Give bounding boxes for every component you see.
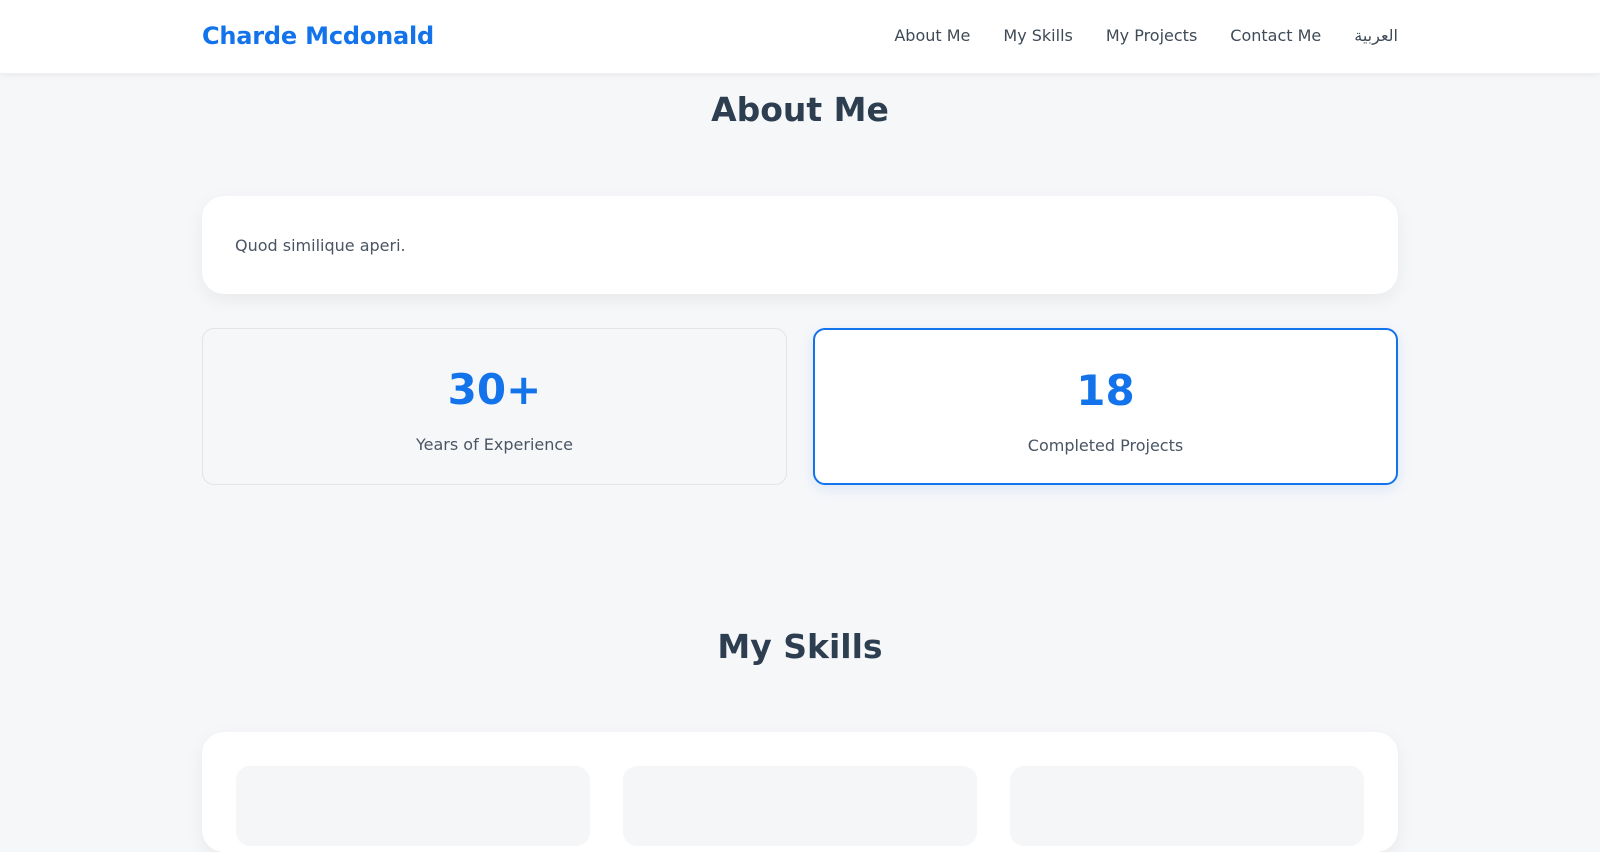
nav-link-about[interactable]: About Me <box>894 26 970 45</box>
skill-tile <box>1010 766 1364 846</box>
stat-number: 18 <box>1076 366 1135 415</box>
nav-link-contact[interactable]: Contact Me <box>1230 26 1321 45</box>
about-section-title: About Me <box>711 90 889 129</box>
stat-card-projects: 18 Completed Projects <box>813 328 1398 485</box>
about-text: Quod similique aperi. <box>235 236 406 255</box>
skill-tile <box>236 766 590 846</box>
about-card: Quod similique aperi. <box>202 196 1398 294</box>
skills-section-title: My Skills <box>717 627 883 666</box>
skills-card <box>202 732 1398 852</box>
nav-link-skills[interactable]: My Skills <box>1003 26 1072 45</box>
stat-label: Completed Projects <box>1027 436 1184 455</box>
language-toggle-link[interactable]: العربية <box>1354 26 1398 45</box>
skill-tile <box>623 766 977 846</box>
stat-number: 30+ <box>447 365 542 414</box>
stat-label: Years of Experience <box>415 435 574 454</box>
stat-card-experience: 30+ Years of Experience <box>202 328 787 485</box>
nav-menu: About Me My Skills My Projects Contact M… <box>894 26 1398 45</box>
navbar: Charde Mcdonald About Me My Skills My Pr… <box>0 0 1600 73</box>
brand-logo-link[interactable]: Charde Mcdonald <box>202 22 434 50</box>
nav-link-projects[interactable]: My Projects <box>1106 26 1197 45</box>
